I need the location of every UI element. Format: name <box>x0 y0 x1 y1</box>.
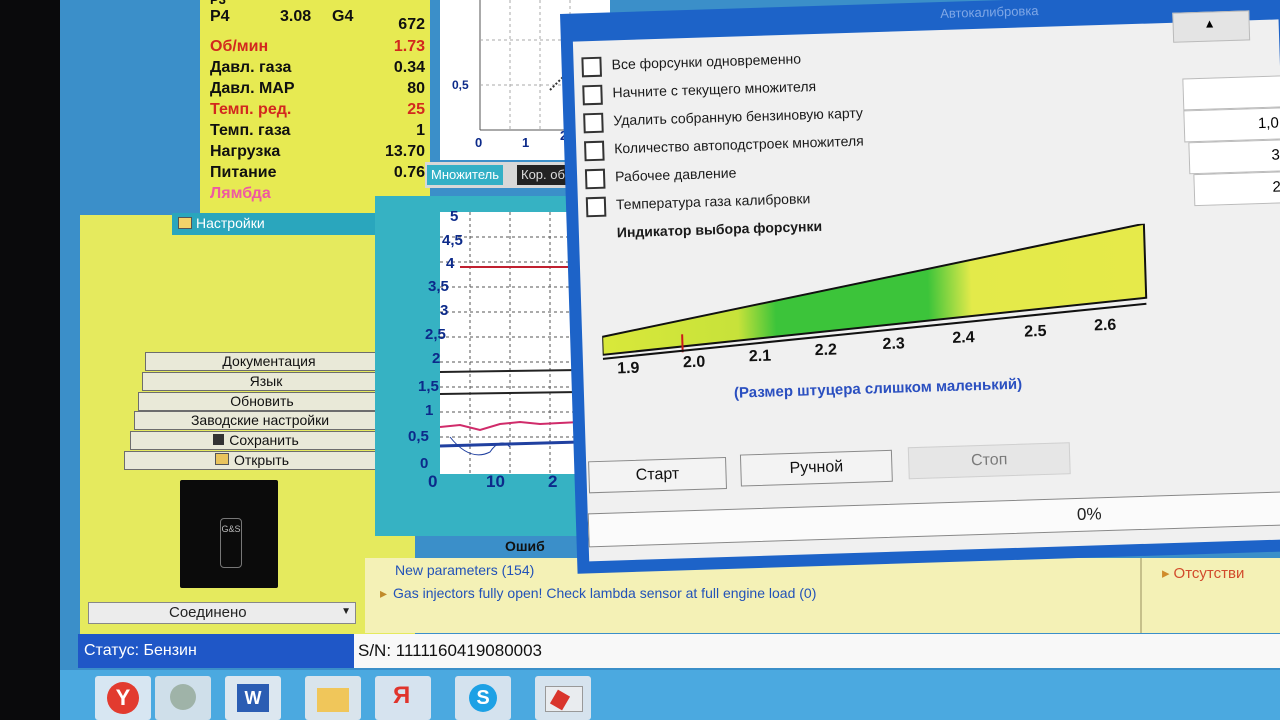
scale-tick: 1.9 <box>616 359 640 378</box>
update-button[interactable]: Обновить <box>138 392 386 411</box>
stop-button[interactable]: Стоп <box>907 442 1071 480</box>
progress-fill <box>588 514 590 547</box>
scale-tick: 2.4 <box>952 329 975 347</box>
x-tick: 0 <box>428 472 438 491</box>
option-auto-adjust-count[interactable]: Количество автоподстроек множителя <box>584 133 864 162</box>
chevron-down-icon: ▼ <box>341 606 351 617</box>
y-tick: 2,5 <box>425 326 446 343</box>
y-tick: 3 <box>440 302 449 319</box>
progress-bar: 0% <box>587 491 1280 548</box>
tab-multiplier[interactable]: Множитель <box>427 165 504 185</box>
scale-tick: 2.0 <box>682 353 706 372</box>
device-logo: G&S <box>220 518 242 568</box>
folder-open-icon <box>215 453 229 465</box>
dialog-body: Все форсунки одновременно Начните с теку… <box>572 10 1280 562</box>
x-tick: 10 <box>486 472 505 491</box>
sensor-p4: P4 3.08 G4 672 <box>210 8 425 33</box>
y-tick: 0,5 <box>408 428 429 445</box>
settings-label: Настройки <box>196 215 265 231</box>
value-field[interactable] <box>1182 75 1280 111</box>
y-tick: 0 <box>420 455 429 472</box>
sensor-gas-pressure: Давл. газа 0.34 <box>210 59 425 76</box>
connection-select[interactable]: Соединено ▼ <box>88 602 356 624</box>
scale-tick: 2.1 <box>748 347 772 366</box>
scale-tick: 2.3 <box>882 335 906 354</box>
sensor-gas-temp: Темп. газа 1 <box>210 122 425 139</box>
multiplier-chart <box>439 212 581 474</box>
start-button[interactable]: Старт <box>588 457 728 494</box>
arrow-up-icon: ▲ <box>1203 16 1216 31</box>
sensor-power: Питание 0.76 <box>210 164 425 181</box>
open-button[interactable]: Открыть <box>124 451 380 470</box>
checkbox[interactable] <box>585 196 607 218</box>
autocalibration-dialog: Автокалибровка Все форсунки одновременно… <box>560 0 1280 574</box>
sensor-map-pressure: Давл. MAP 80 <box>210 80 425 97</box>
scroll-up-button[interactable]: ▲ <box>1172 10 1251 43</box>
log-line: ▸ Gas injectors fully open! Check lambda … <box>380 585 817 601</box>
log-line: New parameters (154) <box>395 562 535 578</box>
log-right-status: ▸ Отсутстви <box>1162 565 1245 582</box>
tab-rpm-correction[interactable]: Кор. об <box>517 165 569 185</box>
skype-icon[interactable]: S <box>455 676 511 720</box>
scale-tick: 2.6 <box>1093 316 1117 335</box>
checkbox[interactable] <box>582 84 603 106</box>
top-x-tick: 1 <box>522 135 530 150</box>
scale-tick: 2.5 <box>1023 322 1047 341</box>
progress-label: 0% <box>1076 504 1102 525</box>
option-working-pressure[interactable]: Рабочее давление <box>584 165 737 190</box>
sensor-panel: P3 P4 3.08 G4 672 Об/мин1.73 Давл. газа0… <box>200 0 430 215</box>
sensor-rpm: Об/мин 1.73 <box>210 38 425 55</box>
y-tick: 1 <box>425 402 434 419</box>
log-side-panel: ▸ Отсутстви <box>1140 558 1280 633</box>
top-y-tick: 0,5 <box>452 78 469 92</box>
option-all-injectors[interactable]: Все форсунки одновременно <box>581 50 801 78</box>
yandex-browser-icon[interactable]: Y <box>95 676 151 720</box>
x-tick: 2 <box>548 472 558 491</box>
dialog-title: Автокалибровка <box>939 2 1039 22</box>
multiplier-grid <box>439 212 581 474</box>
app-icon[interactable] <box>155 676 211 720</box>
auto-adjust-count-field[interactable]: 3 <box>1188 139 1280 175</box>
manual-button[interactable]: Ручной <box>739 449 893 487</box>
folder-icon[interactable] <box>305 676 361 720</box>
top-x-tick: 0 <box>475 135 483 150</box>
y-tick: 1,5 <box>418 378 439 395</box>
y-tick: 4 <box>446 255 455 272</box>
sensor-reducer-temp: Темп. ред. 25 <box>210 101 425 118</box>
option-delete-petrol-map[interactable]: Удалить собранную бензиновую карту <box>583 105 863 134</box>
option-current-multiplier[interactable]: Начните с текущего множителя <box>582 78 816 106</box>
folder-icon <box>178 217 192 229</box>
paint-icon[interactable] <box>535 676 591 720</box>
serial-number: S/N: 1111160419080003 <box>354 634 1280 668</box>
language-dropdown[interactable]: Язык▼ <box>142 372 390 391</box>
documentation-button[interactable]: Документация <box>145 352 393 371</box>
y-tick: 3,5 <box>428 278 449 295</box>
multiplier-field[interactable]: 1,0 <box>1183 107 1280 143</box>
factory-settings-button[interactable]: Заводские настройки <box>134 411 386 430</box>
status-mode: Статус: Бензин <box>78 634 354 668</box>
yandex-icon[interactable]: Я <box>375 676 431 720</box>
save-button[interactable]: Сохранить <box>130 431 382 450</box>
checkbox[interactable] <box>584 168 606 190</box>
arrow-icon: ▸ <box>380 585 388 601</box>
floppy-icon <box>213 434 225 445</box>
sensor-load: Нагрузка 13.70 <box>210 143 425 160</box>
y-tick: 4,5 <box>442 232 463 249</box>
word-icon[interactable]: W <box>225 676 281 720</box>
pressure-field[interactable]: 2 <box>1193 171 1280 207</box>
errors-label: Ошиб <box>505 538 545 554</box>
checkbox[interactable] <box>584 140 605 162</box>
y-tick: 5 <box>450 208 459 225</box>
checkbox[interactable] <box>581 56 602 78</box>
option-calibration-gas-temp[interactable]: Температура газа калибровки <box>585 190 811 218</box>
y-tick: 2 <box>432 350 441 367</box>
checkbox[interactable] <box>583 112 604 134</box>
scale-tick: 2.2 <box>814 341 838 360</box>
